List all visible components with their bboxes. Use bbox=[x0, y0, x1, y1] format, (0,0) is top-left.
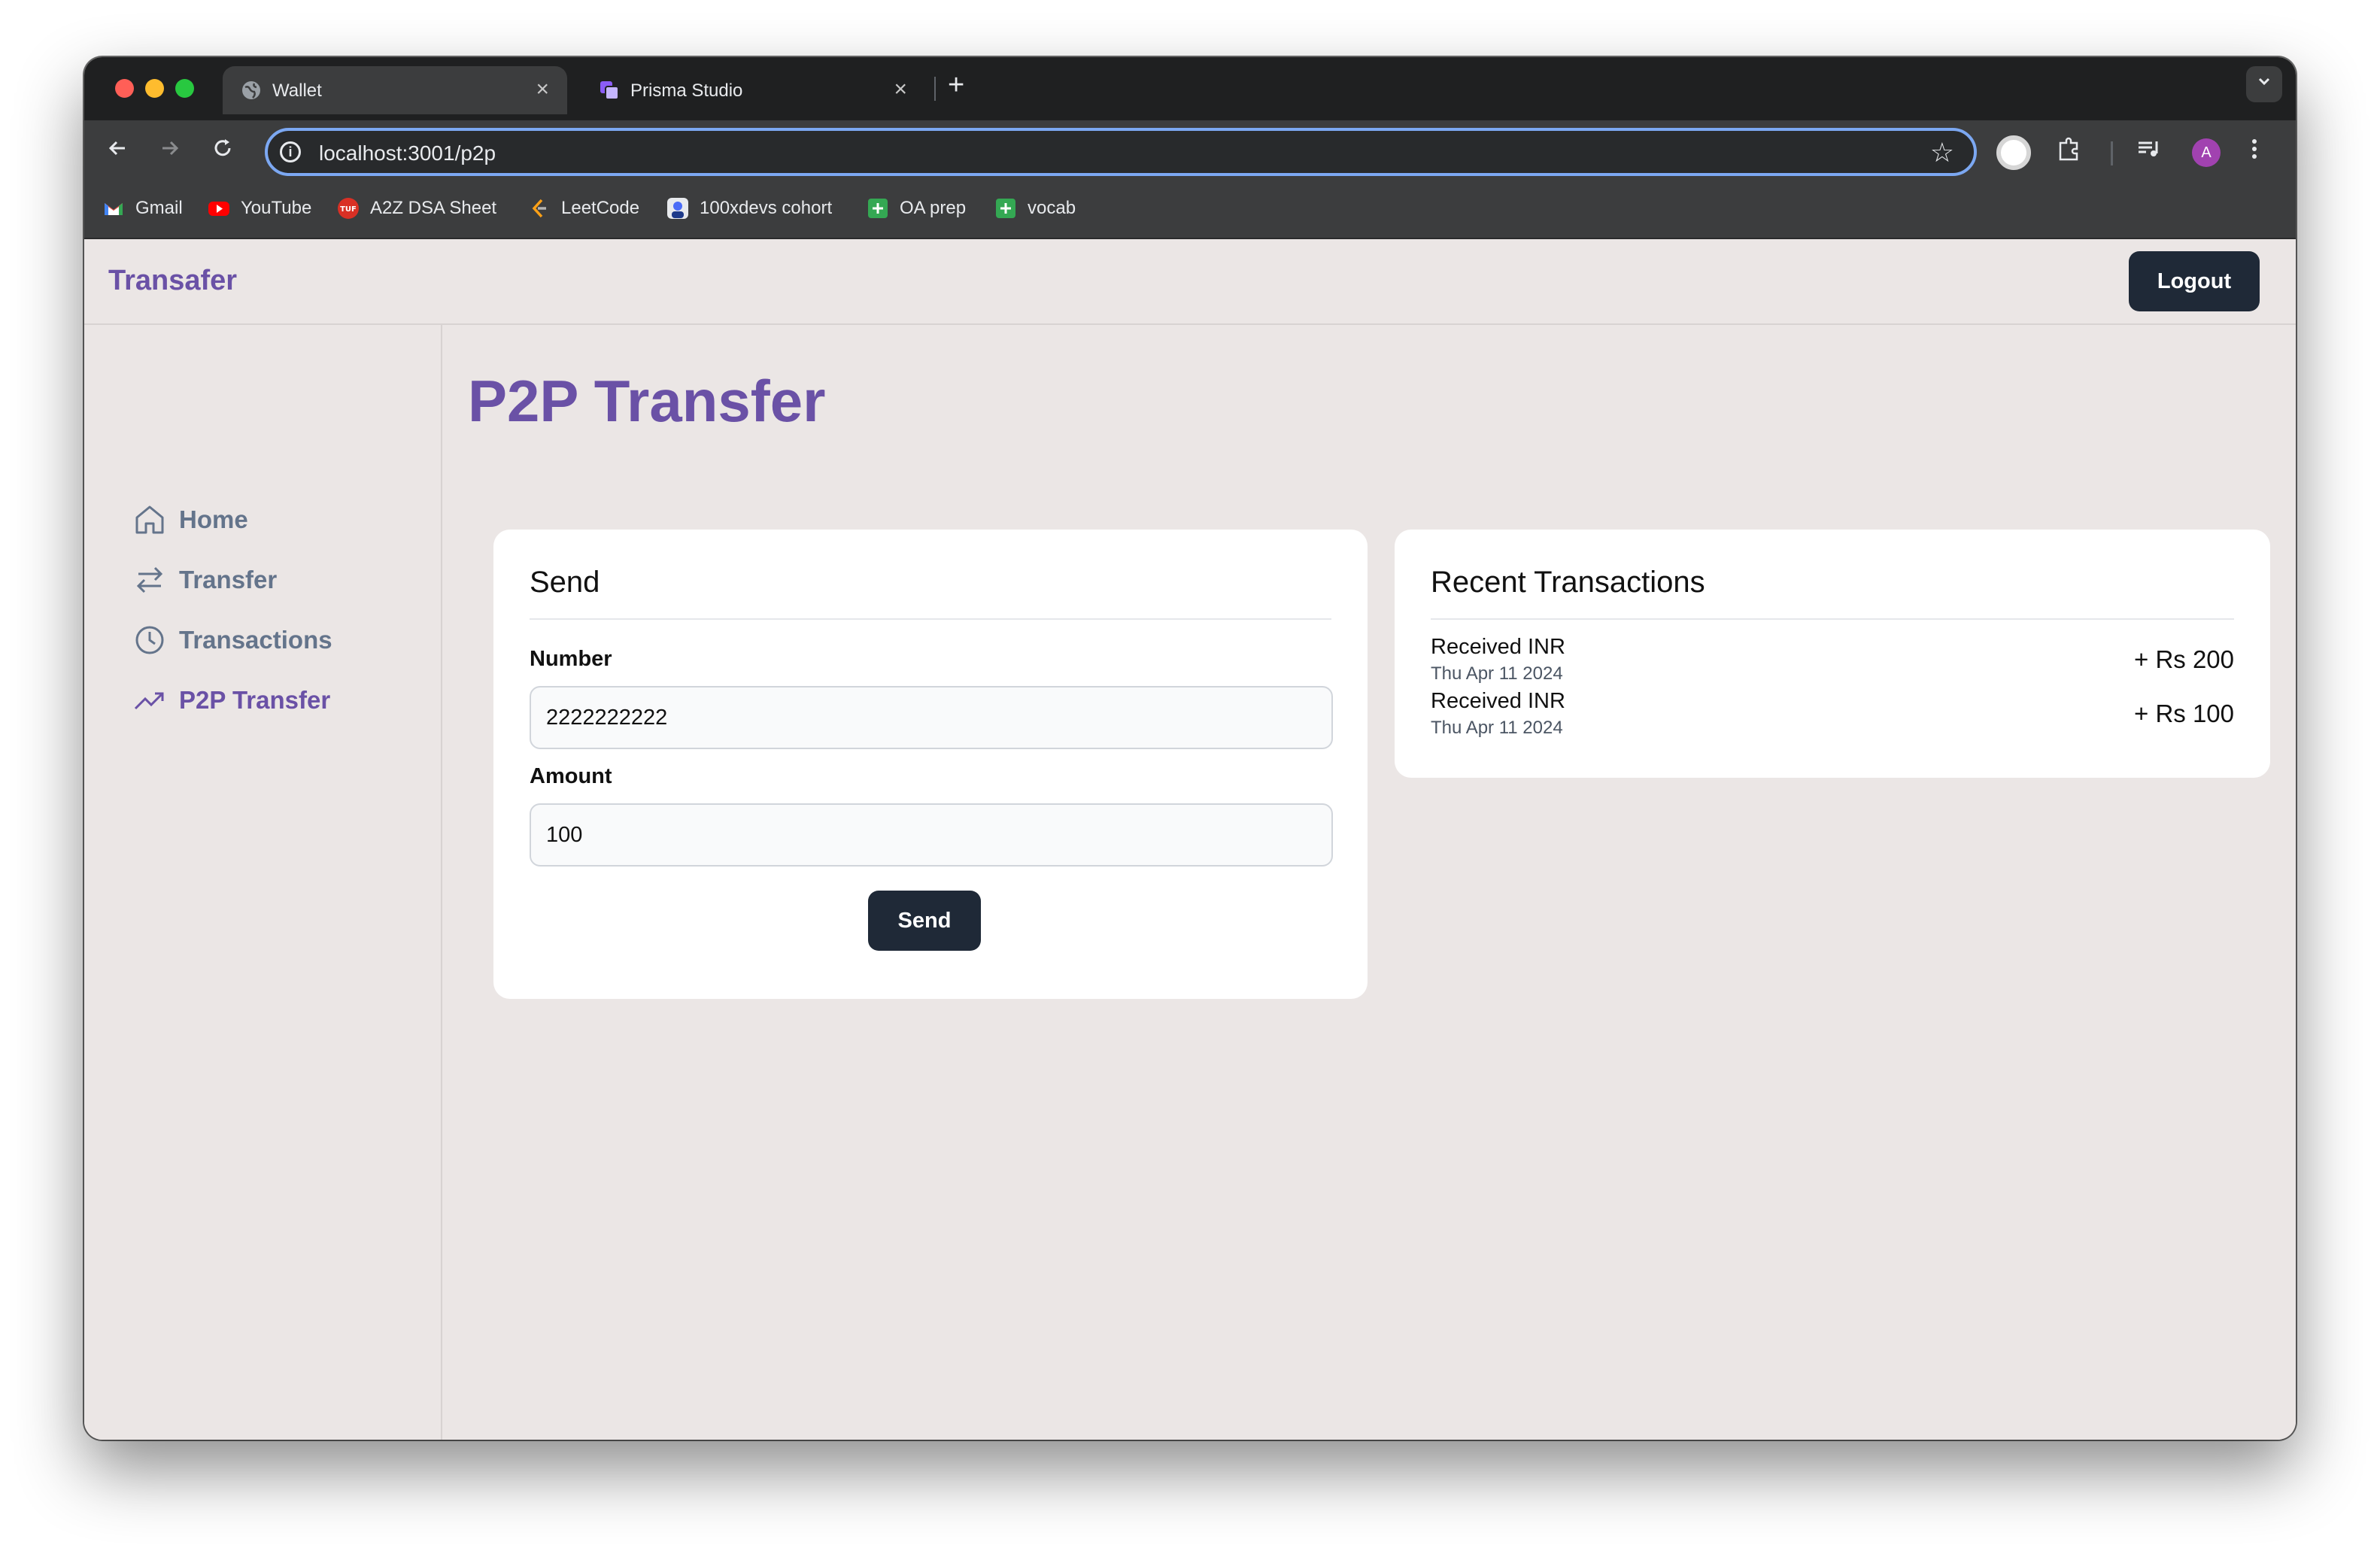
puzzle-icon bbox=[2059, 137, 2078, 161]
card-title: Send bbox=[530, 566, 600, 599]
bookmark-label: Gmail bbox=[135, 198, 183, 218]
gmail-icon bbox=[105, 203, 123, 215]
brand-logo[interactable]: Transafer bbox=[108, 265, 237, 297]
address-bar[interactable]: i localhost:3001/p2p ☆ bbox=[265, 128, 1977, 176]
sidebar-item-transfer[interactable]: Transfer bbox=[132, 563, 277, 597]
bookmark-100xdevs[interactable]: 100xdevs cohort bbox=[666, 197, 832, 220]
cohort-icon bbox=[667, 198, 688, 219]
bookmark-star-icon[interactable]: ☆ bbox=[1930, 137, 1954, 168]
profile-avatar[interactable]: A bbox=[2192, 138, 2221, 167]
youtube-icon bbox=[208, 202, 229, 216]
amount-input[interactable] bbox=[530, 803, 1333, 867]
bookmark-youtube[interactable]: YouTube bbox=[208, 197, 311, 220]
clock-icon bbox=[135, 626, 164, 654]
sidebar: Home Transfer Transactions P2P Transfer bbox=[84, 325, 442, 1440]
leetcode-icon bbox=[532, 199, 546, 218]
sheets-icon bbox=[996, 199, 1015, 218]
close-tab-icon[interactable]: × bbox=[894, 77, 907, 102]
more-vertical-icon bbox=[2252, 139, 2257, 159]
number-label: Number bbox=[530, 647, 612, 671]
bookmark-label: 100xdevs cohort bbox=[700, 198, 833, 218]
bookmark-gmail[interactable]: Gmail bbox=[102, 197, 183, 220]
transaction-title: Received INR bbox=[1431, 689, 1565, 713]
minimize-window-button[interactable] bbox=[145, 79, 164, 98]
sheets-icon bbox=[868, 199, 888, 218]
arrow-left-icon bbox=[108, 141, 125, 156]
transaction-title: Received INR bbox=[1431, 635, 1565, 659]
close-window-button[interactable] bbox=[115, 79, 134, 98]
send-button[interactable]: Send bbox=[868, 891, 981, 951]
reload-button[interactable] bbox=[206, 135, 239, 168]
bookmark-label: vocab bbox=[1028, 198, 1076, 218]
bookmark-leetcode[interactable]: LeetCode bbox=[528, 197, 639, 220]
close-tab-icon[interactable]: × bbox=[536, 77, 549, 102]
sidebar-item-label: Home bbox=[179, 505, 248, 533]
transaction-date: Thu Apr 11 2024 bbox=[1431, 663, 1563, 684]
arrow-right-icon bbox=[162, 141, 179, 156]
bookmark-label: LeetCode bbox=[561, 198, 640, 218]
playlist-icon bbox=[2139, 141, 2158, 156]
bookmark-vocab[interactable]: vocab bbox=[994, 197, 1076, 220]
bookmark-label: A2Z DSA Sheet bbox=[370, 198, 497, 218]
tab-title: Wallet bbox=[272, 80, 322, 101]
trending-up-icon bbox=[134, 692, 164, 710]
globe-icon bbox=[242, 81, 260, 99]
bookmark-label: YouTube bbox=[241, 198, 312, 218]
card-title: Recent Transactions bbox=[1431, 566, 1705, 599]
site-info-icon[interactable]: i bbox=[280, 141, 301, 162]
extension-icon bbox=[1996, 135, 2031, 170]
send-card: Send Number Amount Send bbox=[493, 530, 1368, 999]
transaction-row: Received INR Thu Apr 11 2024 + Rs 200 bbox=[1431, 635, 2234, 689]
sidebar-item-label: Transfer bbox=[179, 566, 278, 593]
divider bbox=[1431, 618, 2234, 620]
back-button[interactable] bbox=[101, 135, 134, 168]
chevron-down-icon bbox=[2258, 77, 2270, 86]
main-content: P2P Transfer Send Number Amount Send Rec… bbox=[444, 325, 2296, 1440]
browser-toolbar: i localhost:3001/p2p ☆ A bbox=[84, 120, 2296, 184]
app-root: Transafer Logout Home Transfer Transacti… bbox=[84, 239, 2296, 1440]
bookmark-oa-prep[interactable]: OA prep bbox=[867, 197, 966, 220]
page-title: P2P Transfer bbox=[468, 368, 826, 434]
app-header: Transafer Logout bbox=[84, 239, 2296, 325]
media-control-button[interactable] bbox=[2132, 135, 2166, 170]
arrows-icon bbox=[136, 566, 163, 593]
transaction-date: Thu Apr 11 2024 bbox=[1431, 718, 1563, 738]
transaction-amount: + Rs 100 bbox=[2134, 700, 2234, 727]
forward-button[interactable] bbox=[153, 135, 187, 168]
maximize-window-button[interactable] bbox=[175, 79, 194, 98]
new-tab-button[interactable]: + bbox=[948, 69, 964, 102]
number-input[interactable] bbox=[530, 686, 1333, 749]
recent-transactions-card: Recent Transactions Received INR Thu Apr… bbox=[1395, 530, 2270, 778]
divider bbox=[530, 618, 1331, 620]
tab-search-button[interactable] bbox=[2246, 66, 2282, 102]
tuf-icon: TUF bbox=[338, 198, 359, 219]
sidebar-item-home[interactable]: Home bbox=[132, 502, 248, 537]
extension-button[interactable] bbox=[1996, 135, 2031, 170]
sidebar-item-transactions[interactable]: Transactions bbox=[132, 623, 332, 657]
bookmarks-bar: Gmail YouTube TUF A2Z DSA Sheet LeetCode… bbox=[84, 184, 2296, 239]
transaction-row: Received INR Thu Apr 11 2024 + Rs 100 bbox=[1431, 689, 2234, 743]
url-text[interactable]: localhost:3001/p2p bbox=[319, 141, 496, 165]
bookmark-label: OA prep bbox=[900, 198, 967, 218]
svg-text:TUF: TUF bbox=[340, 205, 357, 214]
home-icon bbox=[135, 505, 164, 534]
sidebar-item-label: P2P Transfer bbox=[179, 686, 331, 714]
prisma-icon bbox=[600, 81, 619, 100]
sidebar-item-label: Transactions bbox=[179, 626, 332, 654]
tab-title: Prisma Studio bbox=[630, 80, 743, 101]
logout-button[interactable]: Logout bbox=[2129, 251, 2260, 311]
transaction-amount: + Rs 200 bbox=[2134, 645, 2234, 673]
browser-menu-button[interactable] bbox=[2237, 135, 2272, 170]
tab-prisma-studio[interactable]: Prisma Studio × bbox=[581, 66, 925, 114]
extensions-button[interactable] bbox=[2052, 135, 2087, 170]
tab-wallet[interactable]: Wallet × bbox=[223, 66, 567, 114]
sidebar-item-p2p-transfer[interactable]: P2P Transfer bbox=[132, 683, 330, 718]
browser-window: Wallet × Prisma Studio × + i localhost:3… bbox=[84, 57, 2296, 1440]
toolbar-divider bbox=[2111, 141, 2113, 165]
tab-strip: Wallet × Prisma Studio × + bbox=[84, 57, 2296, 120]
reload-icon bbox=[214, 139, 231, 156]
amount-label: Amount bbox=[530, 764, 612, 788]
bookmark-a2z[interactable]: TUF A2Z DSA Sheet bbox=[337, 197, 496, 220]
tab-divider bbox=[934, 77, 936, 101]
